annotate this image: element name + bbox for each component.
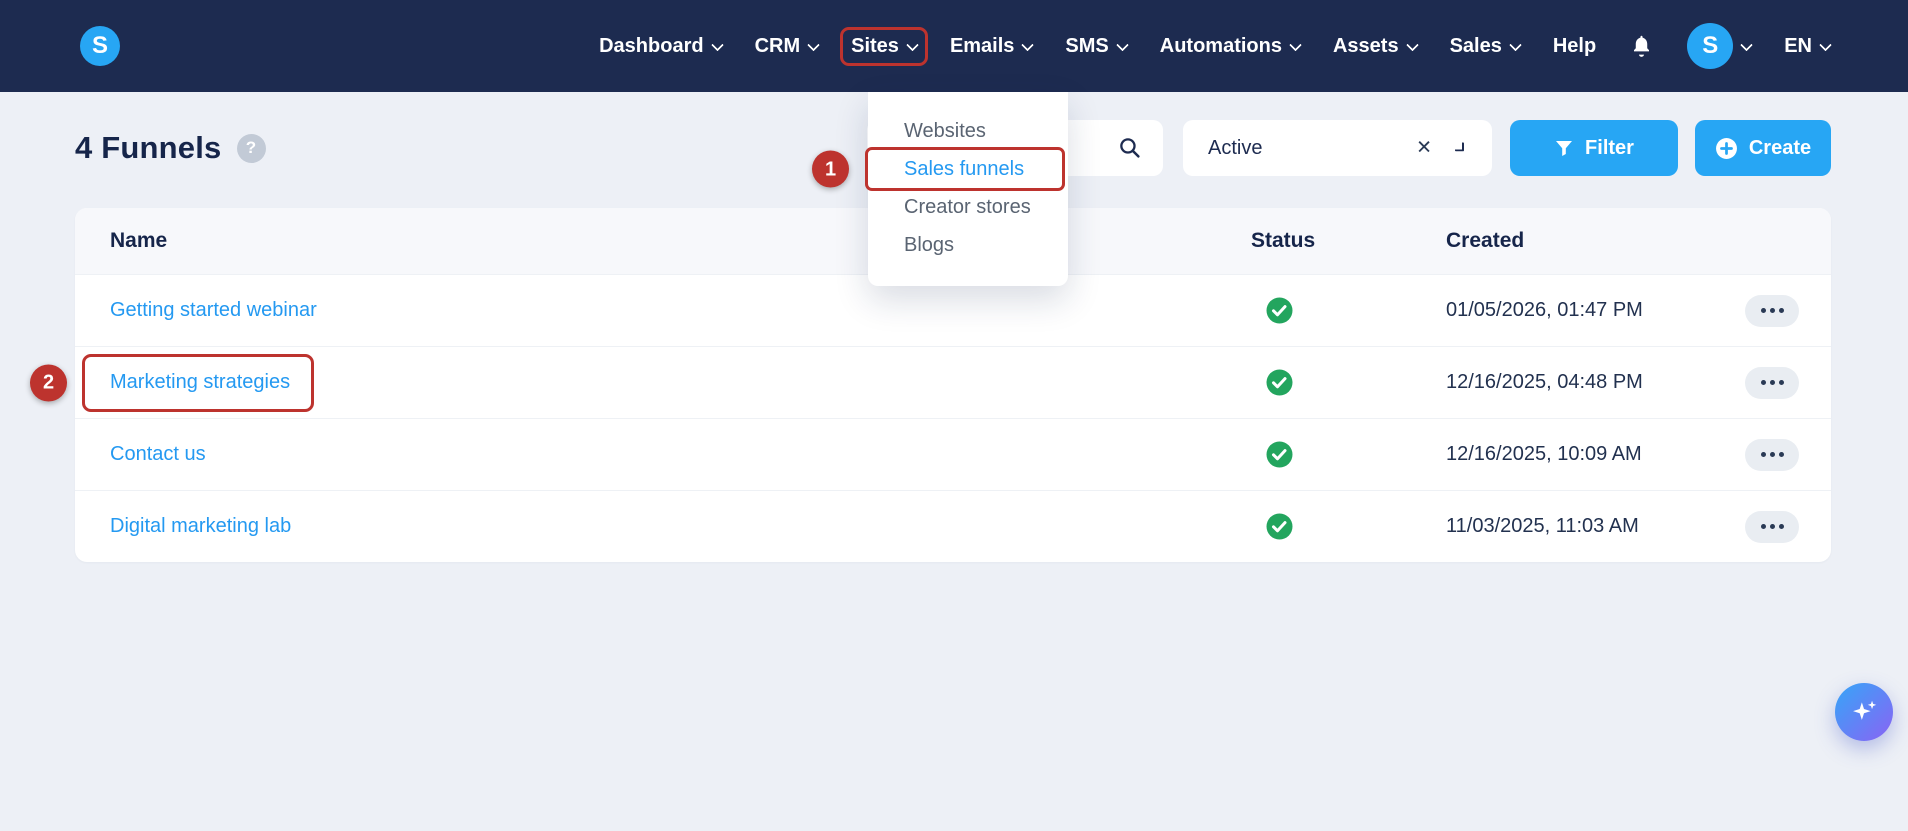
nav-item-label: CRM [754, 34, 801, 57]
nav-item-dashboard[interactable]: Dashboard [599, 34, 724, 58]
chevron-down-icon [906, 38, 919, 51]
status-filter-select[interactable]: Active ✕ [1183, 120, 1492, 176]
table-row: Marketing strategies 2 12/16/2025, 04:48… [30, 346, 1831, 418]
column-header-status: Status [1251, 229, 1316, 252]
page-title: 4 Funnels [75, 130, 222, 165]
nav-item-emails[interactable]: Emails [949, 34, 1035, 58]
annotation-step-2-badge: 2 [30, 364, 67, 401]
language-label: EN [1784, 34, 1812, 57]
funnel-icon [1556, 141, 1573, 156]
created-date: 01/05/2026, 01:47 PM [1446, 299, 1643, 321]
nav-item-sms[interactable]: SMS [1065, 34, 1129, 58]
create-button[interactable]: Create [1695, 120, 1831, 176]
nav-item-label: Sales [1449, 34, 1502, 57]
status-active-icon [1266, 297, 1293, 324]
funnel-link[interactable]: Getting started webinar [110, 299, 317, 322]
app-logo-letter: S [91, 32, 108, 59]
nav-item-assets[interactable]: Assets [1332, 34, 1419, 58]
nav-item-label: Help [1552, 34, 1597, 57]
ai-assistant-button[interactable] [1835, 683, 1893, 741]
created-date: 12/16/2025, 10:09 AM [1446, 443, 1642, 465]
nav-item-label: Emails [949, 34, 1015, 57]
funnel-link[interactable]: Contact us [110, 443, 206, 466]
menu-item-blogs[interactable]: Blogs [868, 226, 1068, 264]
menu-item-label: Sales funnels [904, 158, 1025, 180]
column-header-created: Created [1446, 229, 1525, 252]
nav-item-label: Automations [1159, 34, 1282, 57]
language-selector[interactable]: EN [1784, 34, 1832, 58]
nav-item-automations[interactable]: Automations [1159, 34, 1302, 58]
more-options-button[interactable] [1745, 366, 1799, 399]
more-options-icon [1760, 524, 1766, 529]
filter-button[interactable]: Filter [1510, 120, 1678, 176]
more-options-icon [1760, 380, 1766, 385]
status-active-icon [1266, 369, 1293, 396]
top-navbar: S Dashboard CRM Sites Emails SMS Automat… [0, 0, 1908, 92]
menu-item-websites[interactable]: Websites [868, 112, 1068, 150]
user-menu[interactable]: S [1687, 23, 1754, 69]
app-logo[interactable]: S [80, 26, 120, 66]
more-options-icon [1760, 308, 1766, 313]
chevron-down-icon [1455, 142, 1464, 152]
nav-item-label: Assets [1332, 34, 1399, 57]
chevron-down-icon [1115, 38, 1129, 51]
more-options-button[interactable] [1745, 510, 1799, 543]
nav-item-sites[interactable]: Sites [840, 26, 928, 66]
funnel-link[interactable]: Digital marketing lab [110, 515, 291, 538]
help-icon[interactable]: ? [236, 133, 266, 163]
nav-item-sales[interactable]: Sales [1449, 34, 1522, 58]
main-nav: Dashboard CRM Sites Emails SMS Automatio… [599, 23, 1908, 69]
more-options-icon [1760, 452, 1766, 457]
bell-icon [1634, 35, 1650, 57]
create-button-label: Create [1748, 136, 1812, 159]
status-active-icon [1266, 441, 1293, 468]
chevron-down-icon [1405, 38, 1419, 51]
status-active-icon [1266, 513, 1293, 540]
chevron-down-icon [807, 38, 820, 51]
sparkles-icon [1853, 700, 1877, 720]
chevron-down-icon [1740, 38, 1754, 51]
nav-item-crm[interactable]: CRM [754, 34, 820, 58]
user-avatar: S [1687, 23, 1734, 69]
created-date: 12/16/2025, 04:48 PM [1446, 371, 1643, 393]
filter-button-label: Filter [1585, 136, 1634, 159]
chevron-down-icon [710, 38, 724, 51]
table-row: Contact us 12/16/2025, 10:09 AM [75, 418, 1831, 490]
more-options-button[interactable] [1745, 438, 1799, 471]
nav-item-label: Dashboard [599, 34, 704, 57]
menu-item-sales-funnels[interactable]: Sales funnels 1 [812, 147, 1068, 191]
clear-filter-icon[interactable]: ✕ [1416, 139, 1432, 158]
plus-circle-icon [1715, 137, 1737, 159]
funnel-link[interactable]: Marketing strategies [110, 371, 290, 394]
menu-item-creator-stores[interactable]: Creator stores [868, 188, 1068, 226]
more-options-button[interactable] [1745, 294, 1799, 327]
nav-item-help[interactable]: Help [1553, 35, 1596, 58]
chevron-down-icon [1508, 38, 1522, 51]
nav-item-label: Sites [851, 34, 899, 57]
avatar-letter: S [1702, 32, 1719, 59]
table-row: Digital marketing lab 11/03/2025, 11:03 … [75, 490, 1831, 562]
sites-dropdown-menu: Websites Sales funnels 1 Creator stores … [812, 92, 1068, 286]
chevron-down-icon [1819, 38, 1832, 51]
created-date: 11/03/2025, 11:03 AM [1446, 515, 1639, 537]
chevron-down-icon [1021, 38, 1035, 51]
notifications-button[interactable] [1629, 33, 1654, 59]
column-header-name: Name [110, 229, 168, 252]
status-filter-value: Active [1208, 136, 1263, 159]
nav-item-label: SMS [1065, 34, 1109, 57]
search-icon [1120, 138, 1140, 158]
chevron-down-icon [1289, 38, 1302, 51]
